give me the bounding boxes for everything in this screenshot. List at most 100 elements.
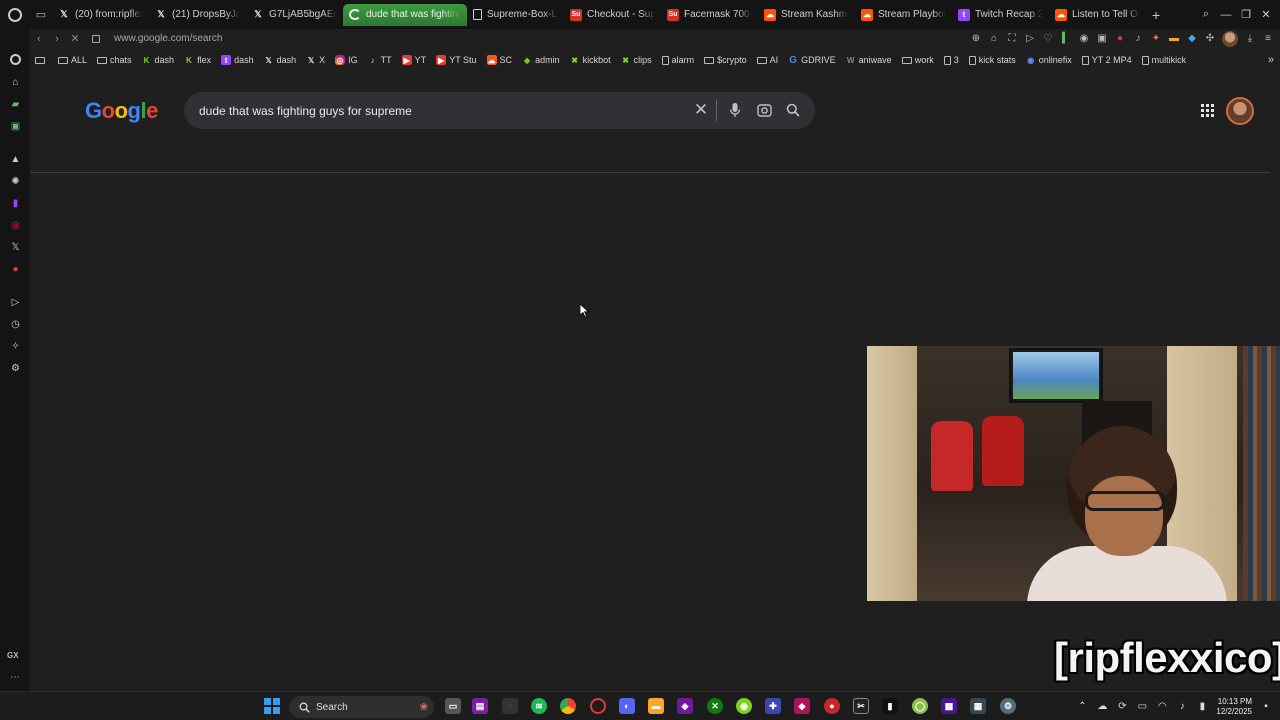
- bookmark[interactable]: ▶ YT: [397, 50, 432, 70]
- opera-gx-icon[interactable]: [590, 698, 606, 714]
- bookmark[interactable]: ◈ admin: [517, 50, 565, 70]
- search-icon[interactable]: [785, 101, 801, 119]
- bookmark[interactable]: [30, 50, 53, 70]
- app-icon[interactable]: ▩: [941, 698, 957, 714]
- vpn-icon[interactable]: ▍: [1060, 33, 1072, 45]
- bookmark[interactable]: ▶ YT Stu: [431, 50, 481, 70]
- bookmark[interactable]: Waniwave: [841, 50, 897, 70]
- tab[interactable]: ☁ Stream Kashmir: [758, 4, 855, 26]
- controller-icon[interactable]: ✚: [765, 698, 781, 714]
- taskbar-search[interactable]: Search ❀: [289, 696, 434, 718]
- bookmark[interactable]: Kflex: [179, 50, 216, 70]
- new-tab-button[interactable]: +: [1146, 7, 1166, 23]
- google-account-avatar[interactable]: [1226, 97, 1254, 125]
- folder-ext-icon[interactable]: ▬: [1168, 33, 1180, 45]
- snapshot-icon[interactable]: ⛶: [1006, 33, 1018, 45]
- tab[interactable]: 𝕏 (21) DropsByJay: [149, 4, 246, 26]
- app-icon[interactable]: ◆: [794, 698, 810, 714]
- google-apps-icon[interactable]: [1201, 104, 1214, 117]
- capcut-icon[interactable]: ✂: [853, 698, 869, 714]
- menu-icon[interactable]: ≡: [1262, 33, 1274, 45]
- bookmark[interactable]: ◎ IG: [330, 50, 363, 70]
- download-icon[interactable]: ⤓: [1244, 33, 1256, 45]
- chrome-icon[interactable]: [560, 698, 576, 714]
- spotify-icon[interactable]: ≋: [531, 698, 547, 714]
- close-button[interactable]: ✕: [1258, 8, 1274, 21]
- twitch-icon[interactable]: ▮: [9, 197, 22, 210]
- more-icon[interactable]: ⋯: [10, 672, 20, 683]
- battery-icon[interactable]: ▮: [1196, 701, 1208, 712]
- sync-icon[interactable]: ♪: [1132, 33, 1144, 45]
- adblock-icon[interactable]: ●: [1114, 33, 1126, 45]
- notifications-icon[interactable]: ▪: [1260, 701, 1272, 712]
- monitor-icon[interactable]: ▭: [1136, 701, 1148, 712]
- wallet-icon[interactable]: ◉: [1078, 33, 1090, 45]
- clear-search-icon[interactable]: ✕: [692, 100, 710, 119]
- xbox-icon[interactable]: ✕: [707, 698, 723, 714]
- player-icon[interactable]: ▷: [9, 296, 22, 309]
- bookmark[interactable]: 𝕏X: [301, 50, 330, 70]
- history-icon[interactable]: ◷: [9, 318, 22, 331]
- minimize-button[interactable]: —: [1218, 9, 1234, 21]
- tab[interactable]: Su Facemask 700-F: [661, 4, 758, 26]
- tab[interactable]: t Twitch Recap 202: [952, 4, 1049, 26]
- bookmark[interactable]: Kdash: [137, 50, 180, 70]
- extensions-icon[interactable]: ✧: [9, 340, 22, 353]
- zoom-icon[interactable]: ⊕: [970, 33, 982, 45]
- microphone-icon[interactable]: [728, 101, 742, 119]
- wifi-icon[interactable]: ◠: [1156, 701, 1168, 712]
- chevron-right-icon[interactable]: »: [1268, 50, 1274, 70]
- bookmark[interactable]: ALL: [53, 50, 92, 70]
- bookmark[interactable]: ✖ kickbot: [565, 50, 616, 70]
- opera-gx-logo-icon[interactable]: [0, 0, 30, 29]
- screen-capture-icon[interactable]: ◌: [502, 698, 518, 714]
- search-input[interactable]: [199, 103, 669, 118]
- search-tabs-icon[interactable]: ⌕: [1198, 8, 1214, 21]
- chevron-up-icon[interactable]: ⌃: [1076, 701, 1088, 712]
- extension-icon[interactable]: ✦: [1150, 33, 1162, 45]
- app-icon[interactable]: ●: [824, 698, 840, 714]
- instagram-icon[interactable]: ◎: [9, 219, 22, 232]
- bookmark[interactable]: alarm: [657, 50, 700, 70]
- profile-avatar[interactable]: [1222, 30, 1238, 47]
- tab[interactable]: Supreme-Box-Lo: [467, 4, 564, 26]
- tab-active[interactable]: dude that was fighting g: [343, 3, 467, 26]
- puzzle-icon[interactable]: ✣: [1204, 33, 1216, 45]
- x-icon[interactable]: 𝕏: [9, 241, 22, 254]
- screenshot-icon[interactable]: ▣: [1096, 33, 1108, 45]
- discord-icon[interactable]: ◐: [619, 698, 635, 714]
- youtube-music-icon[interactable]: ●: [9, 263, 22, 276]
- bookmark[interactable]: $crypto: [699, 50, 752, 70]
- tab[interactable]: ☁ Stream Playboi C: [855, 4, 952, 26]
- settings-icon[interactable]: ⚙: [9, 362, 22, 375]
- gx-mods-icon[interactable]: ▣: [9, 120, 22, 133]
- bookmark[interactable]: multikick: [1137, 50, 1192, 70]
- bookmark[interactable]: ✖ clips: [616, 50, 657, 70]
- cloud-icon[interactable]: ☁: [1096, 701, 1108, 712]
- bookmark[interactable]: 𝕏dash: [259, 50, 302, 70]
- sync-icon[interactable]: ⟳: [1116, 701, 1128, 712]
- clock[interactable]: 10:13 PM 12/2/2025: [1216, 697, 1252, 717]
- file-explorer-icon[interactable]: ▬: [648, 698, 664, 714]
- forward-button[interactable]: ›: [48, 33, 66, 45]
- bookmark[interactable]: chats: [92, 50, 137, 70]
- settings-app-icon[interactable]: ⚙: [1000, 698, 1016, 714]
- bookmark[interactable]: AI: [752, 50, 784, 70]
- address-bar[interactable]: www.google.com/search: [114, 33, 222, 44]
- task-view-icon[interactable]: ▭: [445, 698, 461, 714]
- volume-icon[interactable]: ♪: [1176, 701, 1188, 712]
- app-icon[interactable]: ◯: [912, 698, 928, 714]
- bookmark[interactable]: kick stats: [964, 50, 1021, 70]
- app-icon[interactable]: ▤: [472, 698, 488, 714]
- bookmark[interactable]: ◉ onlinefix: [1021, 50, 1077, 70]
- ext-blue-icon[interactable]: ◆: [1186, 33, 1198, 45]
- google-logo[interactable]: Google: [85, 98, 158, 124]
- tab[interactable]: Su Checkout - Supre: [564, 4, 661, 26]
- pin-icon[interactable]: ⌂: [988, 33, 1000, 45]
- app-icon[interactable]: ◈: [677, 698, 693, 714]
- heart-icon[interactable]: ♡: [1042, 33, 1054, 45]
- tab[interactable]: 𝕏 (20) from:ripflexx: [52, 4, 149, 26]
- back-button[interactable]: ‹: [30, 33, 48, 45]
- windows-start-icon[interactable]: [264, 698, 280, 714]
- grid-app-icon[interactable]: ▦: [970, 698, 986, 714]
